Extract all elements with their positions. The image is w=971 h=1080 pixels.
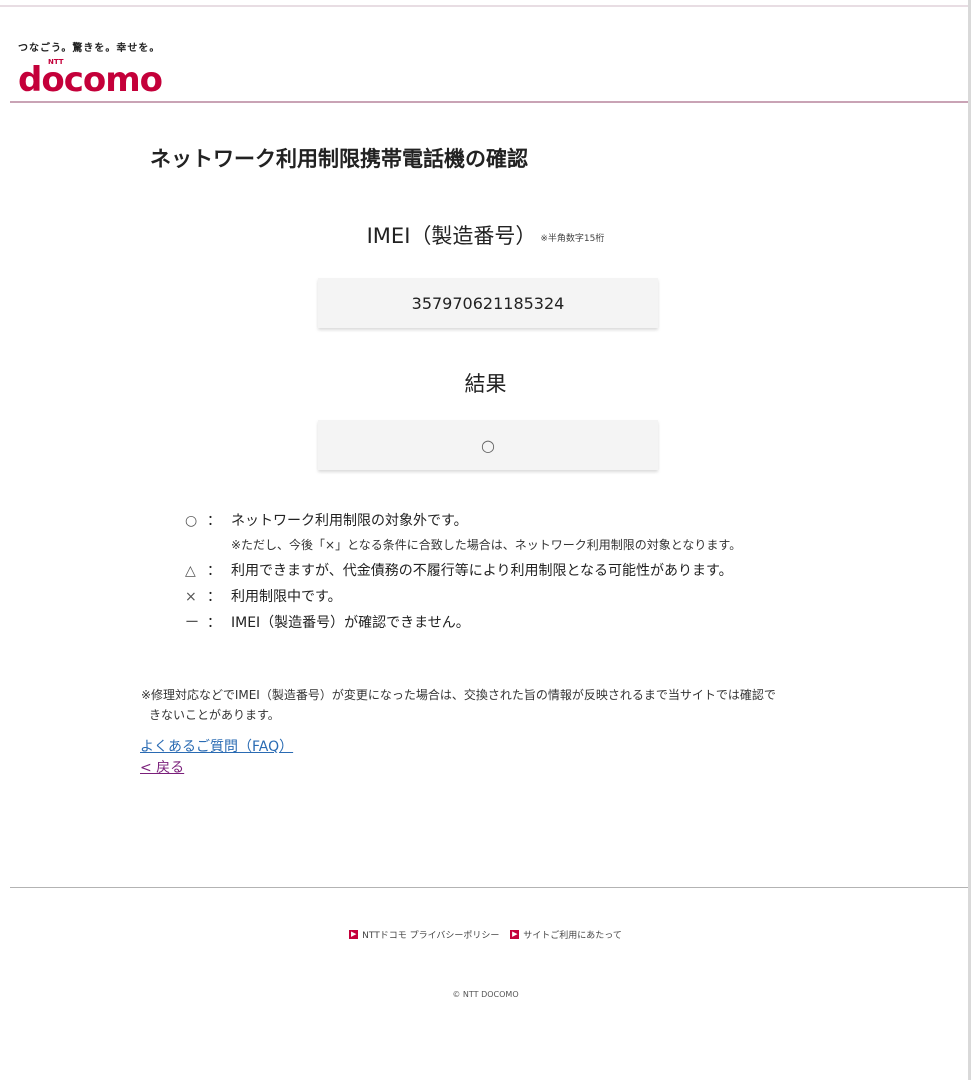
privacy-policy-link[interactable]: ▶ NTTドコモ プライバシーポリシー: [349, 928, 499, 941]
legend-text-dash: IMEI（製造番号）が確認できません。: [231, 615, 470, 631]
legend-colon: ：: [207, 563, 221, 579]
top-border: [0, 5, 971, 7]
imei-format-note: ※半角数字15桁: [540, 233, 605, 244]
arrow-right-icon: ▶: [349, 930, 359, 939]
legend-symbol-circle: ○: [185, 513, 198, 529]
brand-tagline: つなごう。驚きを。幸せを。: [18, 43, 161, 54]
legend-symbol-triangle: △: [185, 563, 196, 579]
legend-symbol-dash: ー: [185, 615, 199, 631]
imei-value: 357970621185324: [411, 293, 565, 313]
imei-label-text: IMEI（製造番号）: [366, 224, 537, 248]
back-link[interactable]: < 戻る: [140, 757, 184, 777]
legend-symbol-cross: ×: [185, 589, 197, 605]
result-value: ○: [481, 435, 495, 455]
legend-text-triangle: 利用できますが、代金債務の不履行等により利用制限となる可能性があります。: [231, 563, 733, 579]
footer-links: ▶ NTTドコモ プライバシーポリシー ▶ サイトご利用にあたって: [0, 928, 971, 941]
repair-footnote: ※修理対応などでIMEI（製造番号）が変更になった場合は、交換された旨の情報が反…: [141, 685, 841, 725]
header-divider: [10, 101, 968, 103]
docomo-logo[interactable]: docomo NTT: [18, 58, 178, 100]
legend-colon: ：: [207, 513, 221, 529]
imei-value-field: 357970621185324: [318, 278, 658, 328]
result-label: 結果: [464, 372, 507, 396]
legend-item-circle: ○ ： ネットワーク利用制限の対象外です。: [185, 510, 905, 536]
legend-note: ※ただし、今後「×」となる条件に合致した場合は、ネットワーク利用制限の対象となり…: [231, 538, 742, 552]
site-terms-label: サイトご利用にあたって: [523, 931, 622, 941]
legend-text-cross: 利用制限中です。: [231, 589, 342, 605]
footnote-line-1: ※修理対応などでIMEI（製造番号）が変更になった場合は、交換された旨の情報が反…: [141, 688, 776, 702]
logo-ntt-mark: NTT: [48, 58, 64, 66]
arrow-right-icon: ▶: [510, 930, 520, 939]
site-terms-link[interactable]: ▶ サイトご利用にあたって: [510, 928, 622, 941]
legend-colon: ：: [207, 589, 221, 605]
privacy-policy-label: NTTドコモ プライバシーポリシー: [362, 931, 500, 941]
legend-item-cross: × ： 利用制限中です。: [185, 586, 905, 612]
legend-item-dash: ー ： IMEI（製造番号）が確認できません。: [185, 612, 905, 638]
footnote-line-2: きないことがあります。: [149, 708, 280, 722]
faq-link[interactable]: よくあるご質問（FAQ）: [140, 736, 293, 756]
page-title: ネットワーク利用制限携帯電話機の確認: [150, 147, 528, 171]
result-legend: ○ ： ネットワーク利用制限の対象外です。 ※ただし、今後「×」となる条件に合致…: [185, 510, 905, 638]
footer-divider: [10, 887, 968, 888]
legend-item-triangle: △ ： 利用できますが、代金債務の不履行等により利用制限となる可能性があります。: [185, 560, 905, 586]
result-value-field: ○: [318, 420, 658, 470]
logo-text: docomo: [18, 60, 163, 100]
copyright: © NTT DOCOMO: [452, 990, 519, 999]
legend-colon: ：: [207, 615, 221, 631]
imei-label: IMEI（製造番号） ※半角数字15桁: [0, 220, 971, 250]
legend-text-circle: ネットワーク利用制限の対象外です。: [231, 513, 468, 529]
